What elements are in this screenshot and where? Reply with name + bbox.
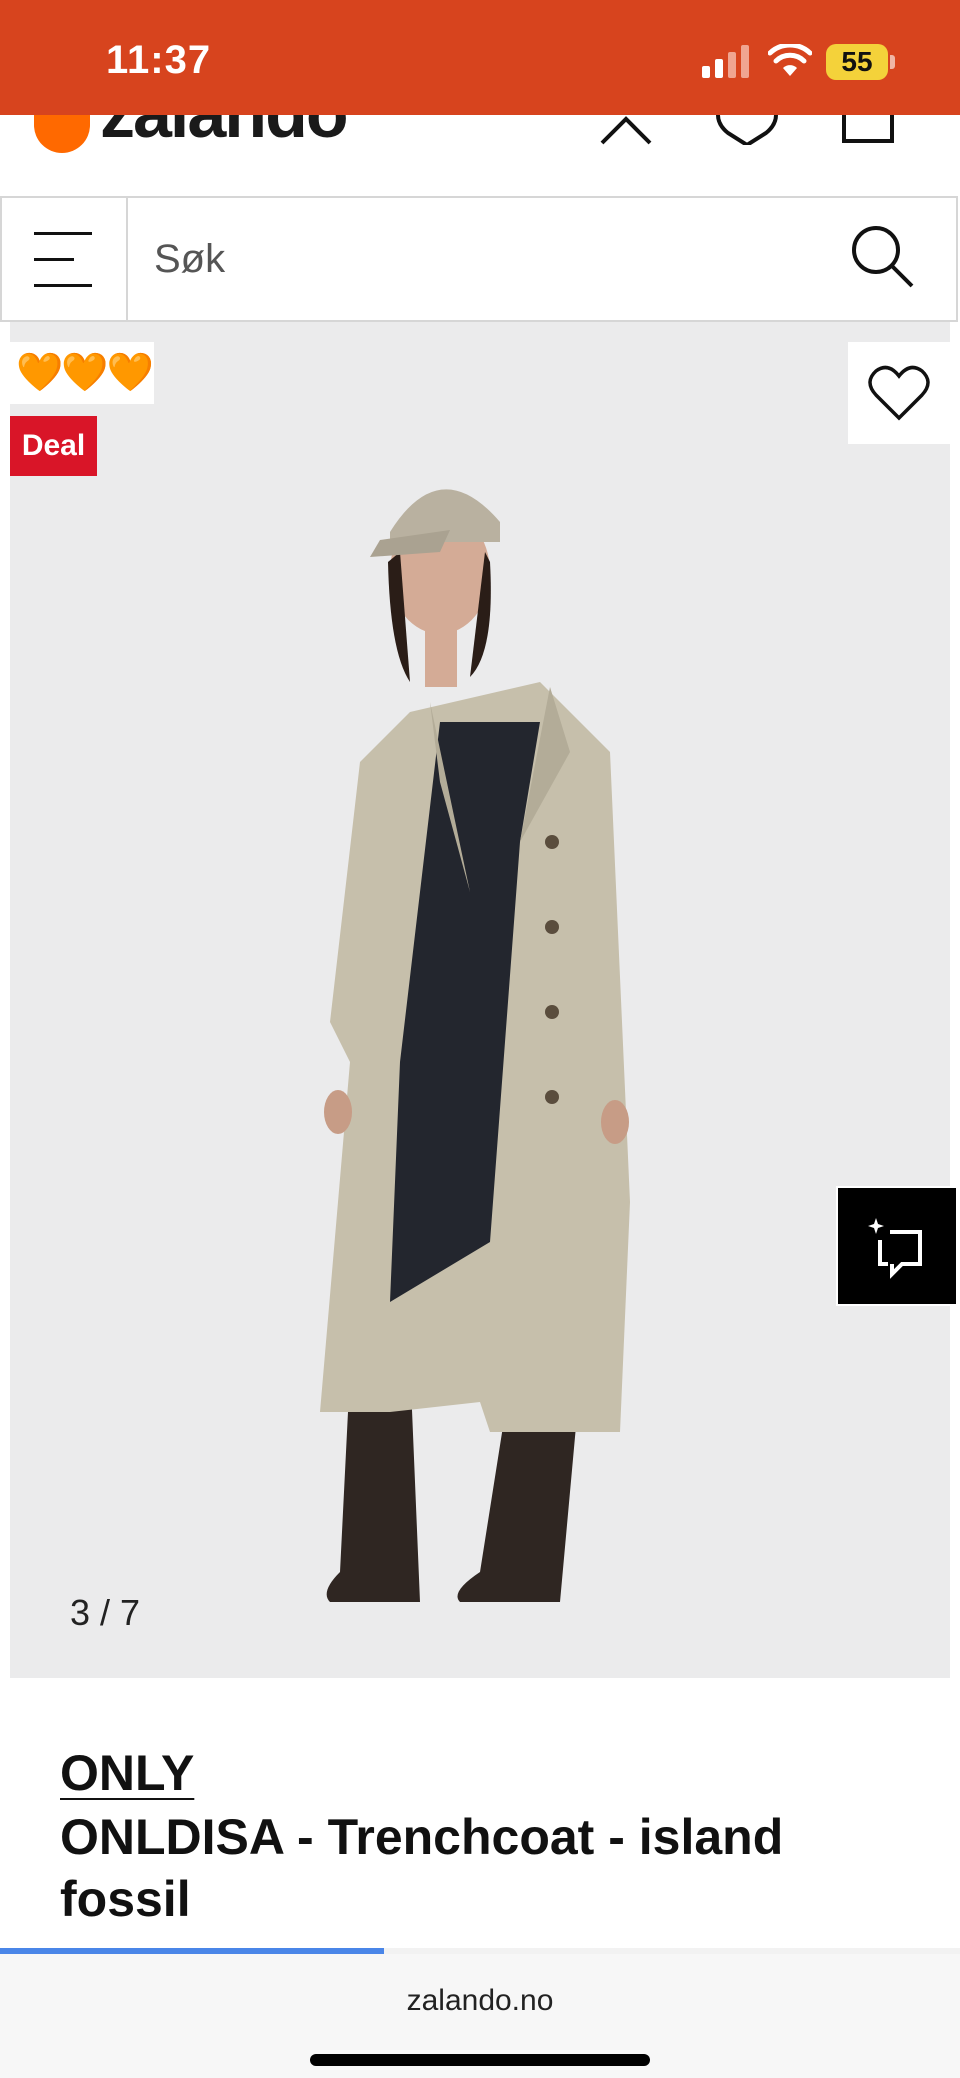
search-bar xyxy=(0,196,958,322)
status-time: 11:37 xyxy=(106,38,212,82)
status-bar: 11:37 55 xyxy=(0,0,960,115)
heart-icon xyxy=(868,365,930,421)
rating-hearts: 🧡🧡🧡 xyxy=(10,342,154,404)
cellular-signal-icon xyxy=(702,45,749,78)
address-url[interactable]: zalando.no xyxy=(0,1984,960,2018)
zalando-logo[interactable]: zalando xyxy=(100,115,349,153)
feedback-button[interactable] xyxy=(836,1186,958,1306)
battery-level: 55 xyxy=(826,44,888,80)
wishlist-button[interactable] xyxy=(848,342,950,444)
brand-link[interactable]: ONLY xyxy=(60,1744,194,1802)
product-photo xyxy=(320,489,630,1602)
menu-line xyxy=(34,232,92,235)
deal-badge: Deal xyxy=(10,416,97,476)
search-icon[interactable] xyxy=(848,222,918,292)
search-input[interactable] xyxy=(152,226,776,292)
bag-icon[interactable] xyxy=(838,115,898,145)
menu-line xyxy=(34,258,74,261)
product-image-gallery[interactable]: 🧡🧡🧡 Deal 3 / 7 xyxy=(10,322,950,1678)
chevron-up-icon[interactable] xyxy=(596,115,656,145)
product-title: ONLDISA - Trenchcoat - island fossil xyxy=(60,1809,784,1927)
menu-line xyxy=(34,284,92,287)
menu-button[interactable] xyxy=(2,198,128,320)
sparkle-chat-icon xyxy=(868,1218,922,1279)
image-counter: 3 / 7 xyxy=(70,1592,141,1633)
home-indicator xyxy=(310,2054,650,2066)
battery-tip xyxy=(890,55,895,69)
site-header: zalando xyxy=(0,115,960,195)
wifi-icon xyxy=(768,44,812,76)
heart-icon[interactable] xyxy=(714,115,780,145)
zalando-logo-mark[interactable] xyxy=(34,115,90,153)
